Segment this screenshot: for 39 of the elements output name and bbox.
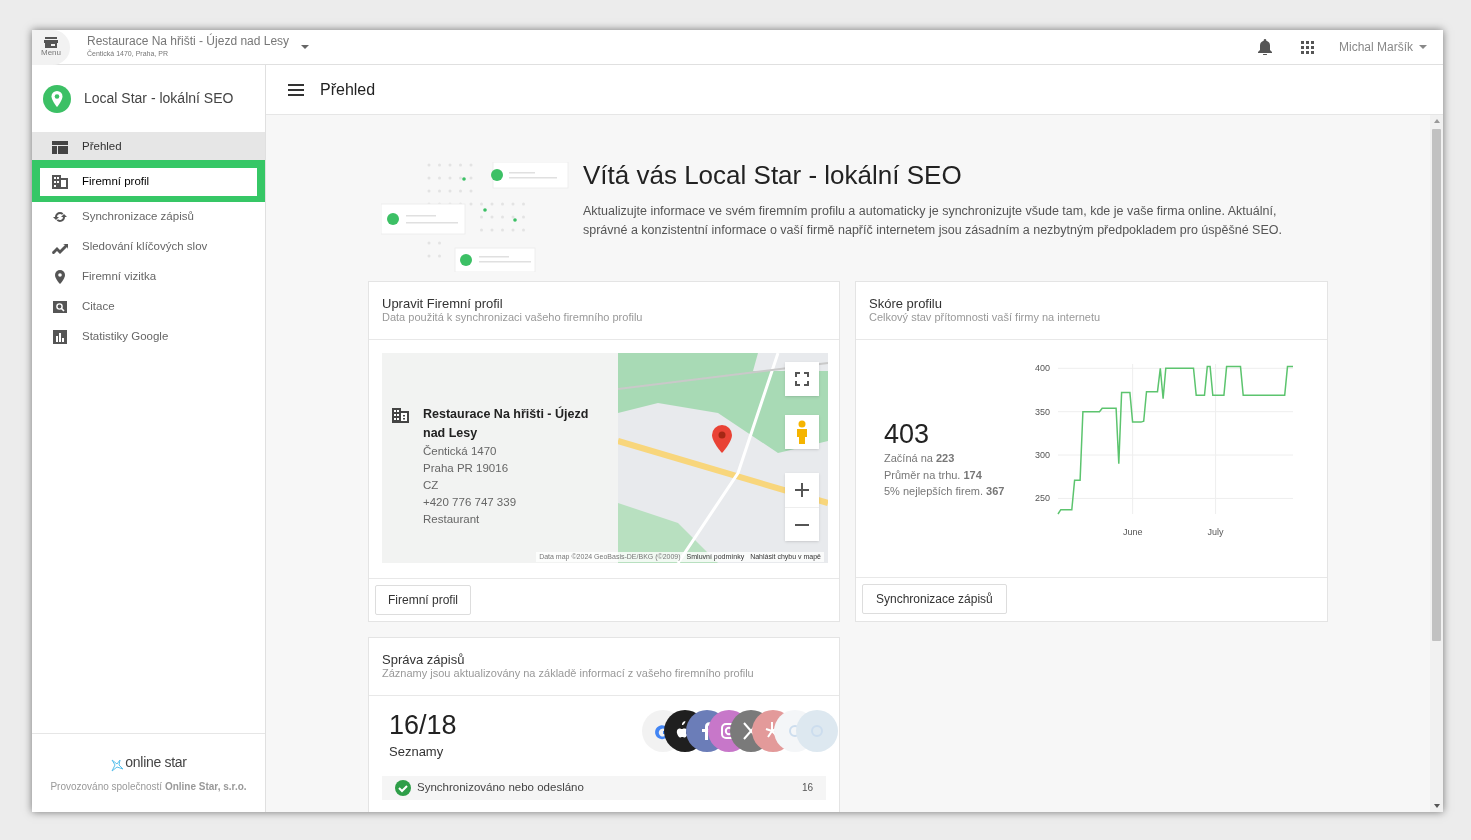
sync-listings-button[interactable]: Synchronizace zápisů: [862, 584, 1007, 614]
sidebar-item[interactable]: Synchronizace zápisů: [32, 202, 265, 232]
listings-label: Seznamy: [389, 743, 445, 761]
welcome-text: Aktualizujte informace ve svém firemním profilu a automaticky je synchronizujte všude tam, kde je vaše firma online. Aktuální, správné a konzistentní informace o vaší firmě napříč internetem jsou zásadním a nezbytným předpokladem pro úspěšné SEO.: [583, 203, 1283, 239]
business-name: Restaurace Na hřišti - Újezd nad Lesy: [423, 405, 590, 442]
sidebar-item[interactable]: Přehled: [32, 132, 265, 162]
address-line: Čentická 1470: [423, 444, 498, 459]
status-label: Synchronizováno nebo odesláno: [417, 779, 585, 795]
welcome-title: Vítá vás Local Star - lokální SEO: [583, 159, 963, 192]
axis-label: 300: [1034, 450, 1050, 461]
business-profile-button[interactable]: Firemní profil: [375, 585, 471, 615]
app-title: Local Star - lokální SEO: [84, 89, 234, 108]
address-line: Praha PR 19016: [423, 461, 510, 476]
status-count: 16: [801, 781, 813, 795]
card-title: Upravit Firemní profil: [382, 296, 504, 311]
footer-text: Provozováno společností Online Star, s.r.o.: [50, 780, 247, 794]
axis-label: 400: [1034, 363, 1050, 374]
axis-label: July: [1207, 527, 1224, 537]
card-title: Skóre profilu: [869, 296, 943, 311]
card-title: Správa zápisů: [382, 652, 466, 667]
axis-label: June: [1122, 527, 1143, 537]
address-line: CZ: [423, 478, 440, 493]
card-subtitle: Záznamy jsou aktualizovány na základě informací z vašeho firemního profilu: [382, 667, 755, 680]
company-logo-text: online star: [125, 753, 187, 772]
user-menu-button[interactable]: Michal Maršík: [1339, 38, 1427, 56]
page-title: Přehled: [320, 79, 376, 100]
card-subtitle: Data použitá k synchronizaci vašeho firemního profilu: [382, 311, 644, 324]
card-subtitle: Celkový stav přítomnosti vaší firmy na internetu: [869, 311, 1102, 324]
sidebar-item[interactable]: Firemní profil: [40, 168, 257, 196]
axis-label: 350: [1034, 406, 1050, 417]
axis-label: 250: [1034, 493, 1050, 504]
address-line: Restaurant: [423, 512, 481, 527]
address-line: +420 776 747 339: [423, 495, 518, 510]
menu-button[interactable]: Menu: [32, 30, 70, 65]
score-stat: Začíná na 223: [884, 451, 956, 466]
profile-score: 403: [884, 418, 931, 450]
score-stat: 5% nejlepších firem. 367: [884, 484, 1006, 499]
listings-count: 16/18: [389, 709, 457, 742]
score-stat: Průměr na trhu. 174: [884, 467, 983, 483]
